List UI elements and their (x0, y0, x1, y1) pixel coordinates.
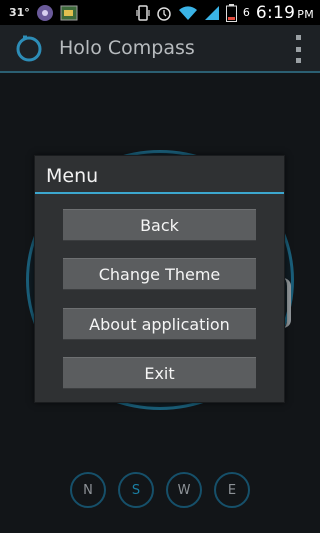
temperature-text: 31° (9, 6, 30, 19)
battery-icon (225, 3, 237, 22)
change-theme-button[interactable]: Change Theme (63, 258, 256, 290)
menu-dialog: Menu Back Change Theme About application… (34, 155, 285, 403)
clock-time: 6:19 (255, 2, 296, 23)
clock: 6:19 PM (256, 3, 314, 23)
overflow-dot (295, 35, 301, 40)
alarm-icon (157, 6, 171, 21)
overflow-dot (295, 58, 301, 63)
wifi-icon (178, 5, 197, 20)
image-notification-icon (60, 5, 78, 20)
overflow-menu-button[interactable] (294, 35, 302, 63)
compass-app-icon[interactable] (14, 33, 44, 63)
battery-level-text: 6 (242, 6, 250, 19)
status-bar: 31° 6 6:19 PM (0, 0, 320, 25)
action-bar: Holo Compass (0, 25, 320, 73)
dialog-title: Menu (35, 156, 284, 194)
direction-button-n[interactable]: N (70, 472, 106, 508)
clock-ampm: PM (297, 7, 314, 21)
exit-button[interactable]: Exit (63, 357, 256, 389)
direction-button-w[interactable]: W (166, 472, 202, 508)
status-left: 31° (0, 4, 78, 22)
signal-icon (204, 5, 219, 20)
direction-button-s[interactable]: S (118, 472, 154, 508)
app-title: Holo Compass (59, 37, 195, 59)
overflow-dot (295, 46, 301, 52)
status-right: 6 6:19 PM (136, 0, 314, 25)
back-button[interactable]: Back (63, 209, 256, 241)
media-notification-icon (36, 4, 53, 21)
about-application-button[interactable]: About application (63, 308, 256, 340)
direction-button-e[interactable]: E (214, 472, 250, 508)
vibrate-icon (136, 4, 150, 21)
direction-buttons: N S W E (70, 472, 250, 508)
